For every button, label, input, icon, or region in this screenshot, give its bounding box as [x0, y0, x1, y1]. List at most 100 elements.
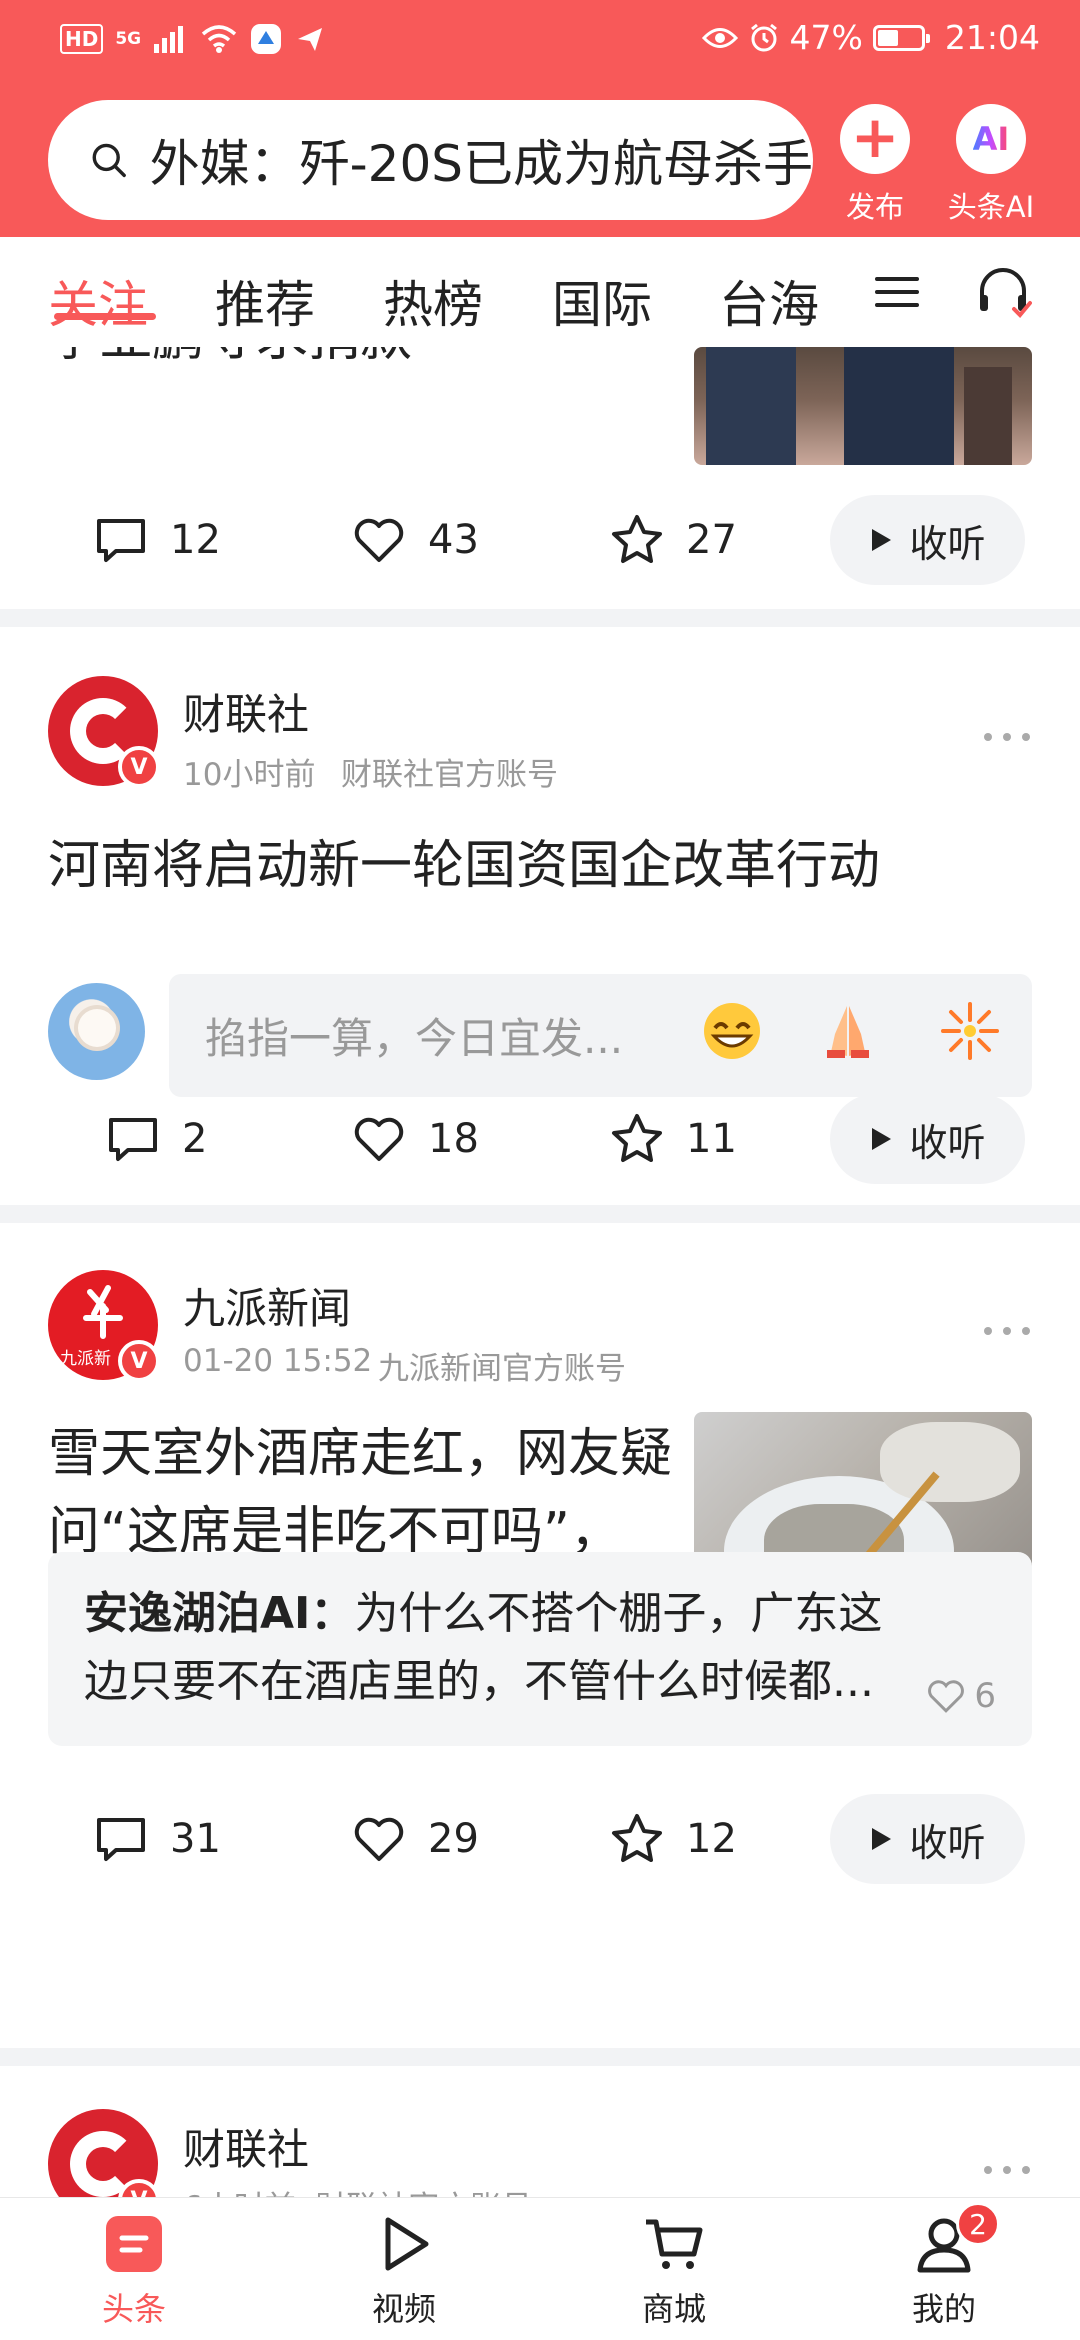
source-name[interactable]: 财联社	[183, 681, 309, 742]
favorite-button[interactable]: 12	[610, 1789, 737, 1889]
feed-card[interactable]: V 财联社 6小时前 财联社官方账号	[0, 2066, 1080, 2197]
tab-hot-list[interactable]: 热榜	[383, 265, 483, 337]
toutiao-ai-label: 头条AI	[947, 190, 1035, 224]
signal-icon	[154, 26, 184, 53]
grin-emoji-icon[interactable]	[701, 1000, 763, 1062]
feed-card[interactable]: 九派新 V 九派新闻 01-20 15:52 九派新闻官方账号 雪天室外酒席走红…	[0, 1223, 1080, 2048]
article-title[interactable]: 河南将启动新一轮国资国企改革行动	[48, 827, 880, 905]
publish-time: 10小时前	[183, 757, 316, 793]
avatar[interactable]: V	[48, 2109, 160, 2197]
comment-icon	[97, 519, 145, 562]
comment-button[interactable]: 2	[106, 1089, 207, 1189]
tab-taiwan-strait[interactable]: 台海	[719, 265, 819, 337]
comment-icon	[109, 1118, 157, 1161]
comment-input[interactable]: 掐指一算，今日宜发...	[169, 974, 1032, 1097]
search-query: 外媒：歼-20S已成为航母杀手	[149, 135, 813, 193]
clock: 21:04	[944, 18, 1040, 57]
firework-emoji-icon[interactable]	[939, 1000, 1001, 1062]
tab-following[interactable]: 关注	[48, 265, 148, 337]
app-header: HD 5G 47% 21:04 外媒：歼-20S已成为航母杀手 + 发布 AI …	[0, 0, 1080, 237]
play-icon	[872, 1828, 892, 1850]
star-icon	[612, 1814, 662, 1862]
user-avatar[interactable]	[48, 983, 145, 1080]
nav-mall[interactable]: 商城	[604, 2212, 744, 2330]
nav-video[interactable]: 视频	[334, 2212, 474, 2330]
bottom-navigation: 头条 视频 商城 2 我的	[0, 2197, 1080, 2340]
action-bar: 2 18 11 收听	[0, 1089, 1080, 1189]
pray-emoji-icon[interactable]	[817, 1000, 879, 1062]
ai-comment[interactable]: 安逸湖泊AI：为什么不搭个棚子，广东这边只要不在酒店里的，不管什么时候都... …	[48, 1552, 1032, 1746]
like-count: 18	[428, 1116, 479, 1162]
ai-comment-author[interactable]: 安逸湖泊AI：	[84, 1588, 354, 1639]
thumbnail-background	[964, 367, 1012, 465]
nav-home[interactable]: 头条	[64, 2212, 204, 2330]
nav-home-label: 头条	[101, 2290, 166, 2328]
account-type: 九派新闻官方账号	[378, 1351, 626, 1387]
like-button[interactable]: 43	[352, 490, 479, 590]
heart-icon	[354, 1817, 404, 1861]
menu-icon[interactable]	[872, 267, 922, 317]
send-notification-icon	[298, 28, 323, 51]
more-icon[interactable]	[984, 733, 1030, 743]
headphones-icon[interactable]	[974, 263, 1032, 321]
news-icon	[106, 2216, 162, 2272]
nav-video-label: 视频	[371, 2290, 436, 2328]
search-bar[interactable]: 外媒：歼-20S已成为航母杀手	[48, 100, 813, 220]
article-thumbnail[interactable]	[694, 347, 1032, 465]
thumbnail-person	[706, 347, 796, 465]
toutiao-ai-button[interactable]: AI 头条AI	[936, 104, 1046, 226]
thumbnail-plate	[880, 1422, 1020, 1502]
card-divider	[0, 1205, 1080, 1223]
star-icon	[612, 1114, 662, 1162]
source-name[interactable]: 财联社	[183, 2116, 309, 2177]
listen-label: 收听	[909, 521, 986, 566]
hd-indicator: HD	[60, 24, 104, 54]
favorite-count: 27	[686, 517, 737, 563]
battery-icon	[872, 24, 930, 51]
heart-icon	[354, 518, 404, 562]
listen-button[interactable]: 收听	[830, 1094, 1025, 1184]
plus-icon: +	[850, 103, 900, 171]
avatar[interactable]: V	[48, 676, 160, 788]
tab-recommend[interactable]: 推荐	[215, 265, 315, 337]
heart-icon	[354, 1117, 404, 1161]
card-divider	[0, 609, 1080, 627]
channel-tabs: 关注 推荐 热榜 国际 台海	[0, 237, 1080, 347]
comment-button[interactable]: 12	[94, 490, 221, 590]
favorite-button[interactable]: 11	[610, 1089, 737, 1189]
star-icon	[612, 515, 662, 563]
ai-comment-like[interactable]: 6	[916, 1676, 996, 1716]
nav-mall-label: 商城	[641, 2290, 706, 2328]
nav-profile[interactable]: 2 我的	[874, 2202, 1014, 2330]
active-tab-indicator	[54, 313, 156, 320]
card-divider	[0, 2048, 1080, 2066]
article-title[interactable]: 李亚鹏寻求捐款	[48, 347, 412, 377]
more-icon[interactable]	[984, 1327, 1030, 1337]
verified-badge: V	[118, 746, 160, 788]
avatar[interactable]: 九派新 V	[48, 1270, 160, 1382]
battery-percent: 47%	[789, 18, 863, 57]
favorite-count: 11	[686, 1116, 737, 1162]
jiupai-logo-text: 九派新	[60, 1349, 111, 1369]
listen-label: 收听	[909, 1120, 986, 1165]
verified-badge: V	[118, 1340, 160, 1382]
like-button[interactable]: 29	[352, 1789, 479, 1889]
play-icon	[872, 1128, 892, 1150]
account-type: 财联社官方账号	[341, 757, 558, 793]
news-feed[interactable]: 李亚鹏寻求捐款 12 43 27 收听	[0, 347, 1080, 2197]
battery-level	[877, 29, 898, 46]
like-button[interactable]: 18	[352, 1089, 479, 1189]
more-icon[interactable]	[984, 2166, 1030, 2176]
source-name[interactable]: 九派新闻	[183, 1275, 351, 1336]
network-type: 5G	[115, 29, 142, 49]
comment-button[interactable]: 31	[94, 1789, 221, 1889]
feed-card[interactable]: V 财联社 10小时前 财联社官方账号 河南将启动新一轮国资国企改革行动 掐指一…	[0, 627, 1080, 1205]
publish-button[interactable]: + 发布	[820, 104, 930, 226]
feed-card[interactable]: 李亚鹏寻求捐款 12 43 27 收听	[0, 347, 1080, 609]
tab-international[interactable]: 国际	[552, 265, 652, 337]
listen-button[interactable]: 收听	[830, 495, 1025, 585]
listen-button[interactable]: 收听	[830, 1794, 1025, 1884]
favorite-button[interactable]: 27	[610, 490, 737, 590]
publish-label: 发布	[845, 190, 904, 224]
alarm-icon	[750, 23, 777, 51]
